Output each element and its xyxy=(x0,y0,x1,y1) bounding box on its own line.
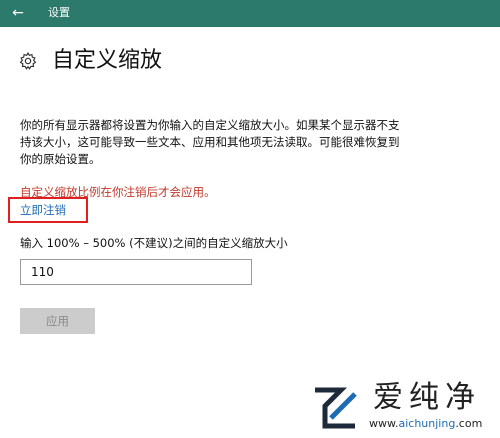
watermark-brand: 爱纯净 xyxy=(373,380,481,415)
back-arrow-icon[interactable]: ← xyxy=(8,4,28,22)
title-bar: ← 设置 xyxy=(0,0,500,27)
page-header: 自定义缩放 xyxy=(18,46,162,76)
watermark-site: www.aichunjing.com xyxy=(369,417,482,431)
watermark: 爱纯净 www.aichunjing.com xyxy=(305,380,500,438)
watermark-site-highlight: aichunjing xyxy=(398,417,456,430)
sign-out-now-link[interactable]: 立即注销 xyxy=(20,202,66,218)
page-title: 自定义缩放 xyxy=(52,48,163,73)
gear-icon xyxy=(19,51,37,70)
watermark-site-prefix: www. xyxy=(369,417,399,430)
watermark-logo-icon xyxy=(315,387,357,429)
scale-input-label: 输入 100% – 500% (不建议)之间的自定义缩放大小 xyxy=(20,236,288,250)
apply-button[interactable]: 应用 xyxy=(20,308,95,334)
window-title: 设置 xyxy=(48,6,70,19)
custom-scale-input[interactable] xyxy=(20,259,252,285)
watermark-site-suffix: .com xyxy=(455,417,483,430)
description-text: 你的所有显示器都将设置为你输入的自定义缩放大小。如果某个显示器不支持该大小，这可… xyxy=(20,118,400,166)
